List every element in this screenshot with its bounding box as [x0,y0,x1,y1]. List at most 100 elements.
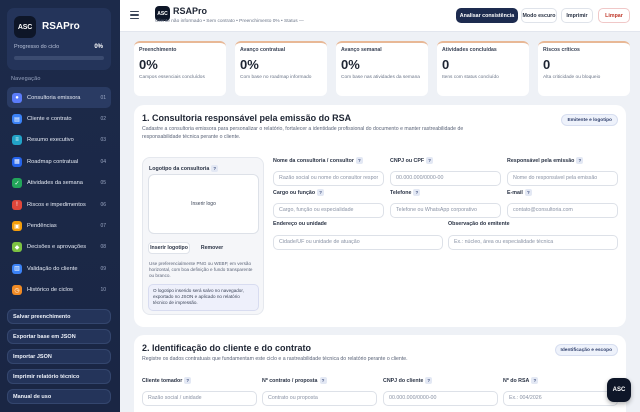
sidebar-item[interactable]: ! Riscos e impedimentos 06 [7,194,111,215]
top-status-line: Cliente não informado • Sem contrato • P… [155,19,304,24]
stat-label: Avanço semanal [341,47,382,53]
topbar: ASC RSAPro Cliente não informado • Sem c… [120,0,640,32]
issuer-note-field: Observação do emitente [448,221,618,250]
sidebar-item-label: Consultoria emissora [27,94,81,101]
help-icon[interactable]: ? [211,165,219,172]
help-icon[interactable]: ? [426,157,434,164]
field-label: Endereço ou unidade [273,221,327,227]
help-icon[interactable]: ? [319,377,327,384]
company-name-input[interactable] [273,170,384,186]
email-field: E-mail? [507,189,618,218]
stat-card-risks: Riscos críticos 0 Alta criticidade ou bl… [538,41,630,96]
sidebar-item[interactable]: ▣ Pendências 07 [7,215,111,236]
clear-button[interactable]: Limpar [598,8,630,23]
stat-desc: Itens com status concluído [442,75,499,80]
sidebar-item[interactable]: ≡ Resumo executivo 03 [7,130,111,151]
field-label: Cliente tomador? [142,377,257,386]
section-title: 1. Consultoria responsável pela emissão … [142,113,352,123]
logo-title-text: Logotipo da consultoria [149,165,210,172]
insert-logo-button[interactable]: Inserir logotipo [148,242,190,254]
sidebar-item-label: Roadmap contratual [27,158,79,165]
client-cnpj-input[interactable] [383,390,498,406]
sidebar-action-button[interactable]: Salvar preenchimento [7,309,111,324]
section-consultancy: 1. Consultoria responsável pela emissão … [134,105,626,327]
email-input[interactable] [507,202,618,218]
field-label-text: E-mail [507,189,523,196]
section-description: Registre os dados contratuais que fundam… [142,356,408,362]
help-icon[interactable]: ? [576,157,584,164]
sidebar-action-button[interactable]: Manual de uso [7,389,111,404]
sidebar-item[interactable]: ◷ Histórico de ciclos 10 [7,280,111,301]
sidebar-item[interactable]: ◆ Decisões e aprovações 08 [7,237,111,258]
client-cnpj-field: CNPJ do cliente? [383,377,498,406]
analyze-button[interactable]: Analisar consistência [456,8,518,23]
sidebar-item[interactable]: ● Consultoria emissora 01 [7,87,111,109]
floating-logo-button[interactable]: ASC [607,378,631,402]
cnpj-cpf-input[interactable] [390,170,501,186]
client-field: Cliente tomador? [142,377,257,406]
print-button[interactable]: Imprimir [561,8,593,23]
company-name-field: Nome da consultoria / consultor? [273,157,384,186]
sidebar-item[interactable]: ✓ Atividades da semana 05 [7,173,111,194]
issuer-note-input[interactable] [448,234,618,250]
help-icon[interactable]: ? [425,377,433,384]
responsible-field: Responsável pela emissão? [507,157,618,186]
sidebar-item-label: Cliente e contrato [27,116,72,123]
progress-value: 0% [94,44,103,50]
sidebar-item-label: Decisões e aprovações [27,244,87,251]
brand-card: ASC RSAPro Progresso do ciclo 0% [7,8,111,70]
phone-input[interactable] [390,202,501,218]
field-label: Nº contrato / proposta? [262,377,377,386]
address-input[interactable] [273,234,443,250]
logo-dropzone[interactable]: Inserir logo [148,174,259,234]
sidebar-action-button[interactable]: Exportar base em JSON [7,329,111,344]
stat-desc: Com base no roadmap informado [240,75,312,80]
nav-list: ● Consultoria emissora 01 ▤ Cliente e contra… [7,87,111,301]
stat-label: Riscos críticos [543,47,580,53]
sidebar-actions: Salvar preenchimento Exportar base em JSO… [7,309,111,409]
field-label-text: Telefone [390,189,412,196]
sidebar-action-button[interactable]: Importar JSON [7,349,111,364]
help-icon[interactable]: ? [184,377,192,384]
remove-logo-button[interactable]: Remover [195,242,229,254]
help-icon[interactable]: ? [524,189,532,196]
check-icon: ✓ [12,178,22,189]
help-icon[interactable]: ? [413,189,421,196]
field-label: E-mail? [507,189,618,198]
sidebar-item-number: 08 [100,244,106,251]
responsible-input[interactable] [507,170,618,186]
sidebar-item[interactable]: ▥ Validação do cliente 09 [7,258,111,279]
thumbs-up-icon: ◆ [12,242,22,253]
field-label: Telefone? [390,189,501,198]
address-field: Endereço ou unidade [273,221,443,250]
sidebar-item[interactable]: ▤ Cliente e contrato 02 [7,108,111,129]
sidebar-item-label: Validação do cliente [27,265,78,272]
help-icon[interactable]: ? [531,377,539,384]
client-input[interactable] [142,390,257,406]
dark-mode-button[interactable]: Modo escuro [521,8,557,23]
field-label: Cargo ou função? [273,189,384,198]
contract-input[interactable] [262,390,377,406]
role-input[interactable] [273,202,384,218]
stat-value: 0 [543,57,551,72]
menu-icon[interactable] [130,11,139,19]
sidebar-item-number: 06 [100,201,106,208]
sidebar-item-label: Histórico de ciclos [27,287,73,294]
logo-upload-card: Logotipo da consultoria? Inserir logo In… [142,157,264,315]
sidebar-item[interactable]: ▦ Roadmap contratual 04 [7,151,111,172]
sidebar-action-button[interactable]: Imprimir relatório técnico [7,369,111,384]
role-field: Cargo ou função? [273,189,384,218]
section-client-contract: 2. Identificação do cliente e do contrat… [134,335,626,412]
field-label: Nº do RSA? [503,377,618,386]
progress-label: Progresso do ciclo [14,44,60,50]
warning-icon: ! [12,199,22,210]
sidebar-item-number: 05 [100,180,106,187]
cnpj-cpf-field: CNPJ ou CPF? [390,157,501,186]
summary-icon: ≡ [12,135,22,146]
help-icon[interactable]: ? [355,157,363,164]
rsa-number-field: Nº do RSA? [503,377,618,406]
help-icon[interactable]: ? [317,189,325,196]
rsa-number-input[interactable] [503,390,618,406]
field-label-text: Cargo ou função [273,189,316,196]
sidebar-item-number: 02 [100,116,106,123]
